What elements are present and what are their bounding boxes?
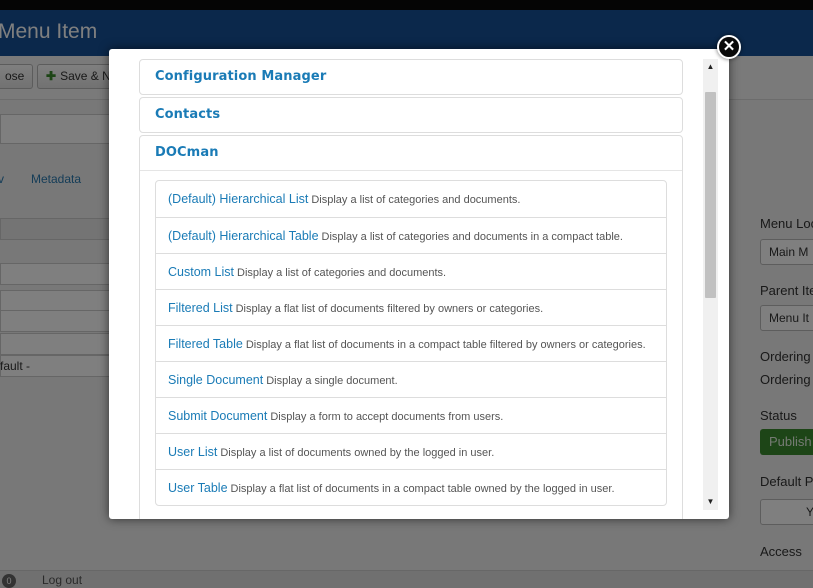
accordion-heading-docman[interactable]: DOCman bbox=[140, 136, 682, 170]
menu-type-title[interactable]: Single Document bbox=[168, 373, 263, 387]
scrollbar-thumb[interactable] bbox=[705, 92, 716, 298]
accordion-contacts: Contacts bbox=[139, 97, 683, 133]
menu-type-description: Display a single document. bbox=[266, 375, 398, 387]
modal-close-icon[interactable]: ✕ bbox=[717, 35, 741, 59]
menu-type-description: Display a list of documents owned by the… bbox=[220, 447, 495, 459]
list-item[interactable]: User List Display a list of documents own… bbox=[156, 433, 666, 469]
menu-item-type-modal: Configuration Manager Contacts DOCman (D… bbox=[109, 49, 729, 519]
menu-type-description: Display a list of categories and documen… bbox=[311, 194, 521, 206]
accordion-configuration-manager: Configuration Manager bbox=[139, 59, 683, 95]
menu-type-list: (Default) Hierarchical List Display a lis… bbox=[155, 180, 667, 506]
menu-type-description: Display a list of categories and documen… bbox=[237, 267, 447, 279]
menu-type-description: Display a flat list of documents filtere… bbox=[235, 303, 544, 315]
accordion-heading-configuration-manager[interactable]: Configuration Manager bbox=[140, 60, 682, 94]
menu-type-title[interactable]: (Default) Hierarchical List bbox=[168, 192, 308, 206]
menu-type-title[interactable]: Filtered List bbox=[168, 301, 233, 315]
menu-type-title[interactable]: User Table bbox=[168, 481, 228, 495]
accordion-heading-contacts[interactable]: Contacts bbox=[140, 98, 682, 132]
scroll-down-arrow-icon[interactable]: ▼ bbox=[703, 494, 718, 510]
list-item[interactable]: Filtered Table Display a flat list of doc… bbox=[156, 325, 666, 361]
list-item[interactable]: Custom List Display a list of categories … bbox=[156, 253, 666, 289]
list-item[interactable]: Submit Document Display a form to accept … bbox=[156, 397, 666, 433]
scroll-up-arrow-icon[interactable]: ▲ bbox=[703, 59, 718, 75]
menu-type-title[interactable]: Submit Document bbox=[168, 409, 267, 423]
list-item[interactable]: User Table Display a flat list of documen… bbox=[156, 469, 666, 505]
menu-type-title[interactable]: Filtered Table bbox=[168, 337, 243, 351]
list-item[interactable]: (Default) Hierarchical List Display a lis… bbox=[156, 181, 666, 217]
menu-type-description: Display a form to accept documents from … bbox=[270, 411, 504, 423]
menu-type-description: Display a flat list of documents in a co… bbox=[230, 483, 615, 495]
menu-type-title[interactable]: (Default) Hierarchical Table bbox=[168, 229, 319, 243]
menu-type-title[interactable]: Custom List bbox=[168, 265, 234, 279]
modal-scrollbar[interactable]: ▲ ▼ bbox=[703, 59, 718, 510]
list-item[interactable]: Single Document Display a single document… bbox=[156, 361, 666, 397]
list-item[interactable]: Filtered List Display a flat list of docu… bbox=[156, 289, 666, 325]
accordion-body-docman: (Default) Hierarchical List Display a lis… bbox=[140, 170, 682, 519]
menu-type-title[interactable]: User List bbox=[168, 445, 217, 459]
accordion-docman: DOCman (Default) Hierarchical List Displa… bbox=[139, 135, 683, 519]
menu-type-description: Display a flat list of documents in a co… bbox=[245, 339, 646, 351]
menu-type-description: Display a list of categories and documen… bbox=[321, 231, 623, 243]
list-item[interactable]: (Default) Hierarchical Table Display a li… bbox=[156, 217, 666, 253]
